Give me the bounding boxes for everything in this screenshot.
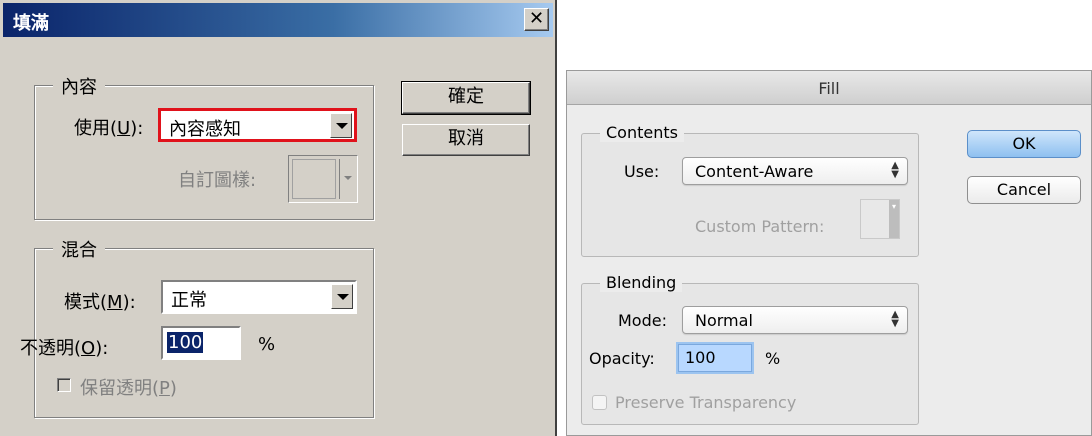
- custom-pattern-picker[interactable]: [288, 155, 358, 203]
- mode-popup[interactable]: Normal ▲ ▼: [682, 306, 908, 334]
- opacity-label: Opacity:: [589, 349, 655, 368]
- ok-button[interactable]: OK: [967, 130, 1081, 158]
- chevron-down-icon[interactable]: [331, 284, 353, 309]
- preserve-transparency-label: Preserve Transparency: [615, 393, 797, 412]
- use-popup[interactable]: Content-Aware ▲ ▼: [682, 157, 908, 185]
- opacity-unit: %: [765, 349, 781, 368]
- use-label: Use:: [624, 162, 660, 181]
- dialog-title: Fill: [818, 79, 840, 98]
- dialog-title: 填滿: [13, 13, 49, 34]
- blending-group-label: 混合: [53, 236, 105, 262]
- mode-label: Mode:: [618, 311, 667, 330]
- mode-dropdown[interactable]: 正常: [161, 280, 357, 314]
- opacity-input[interactable]: 100: [678, 344, 752, 372]
- use-popup-value: Content-Aware: [695, 162, 814, 181]
- chevron-down-icon[interactable]: [330, 113, 352, 138]
- cancel-button[interactable]: Cancel: [967, 176, 1081, 204]
- custom-pattern-picker[interactable]: ▾: [860, 199, 900, 239]
- contents-group-label: 內容: [53, 73, 105, 99]
- close-button[interactable]: ✕: [524, 8, 549, 31]
- preserve-transparency-checkbox[interactable]: [592, 395, 607, 410]
- pattern-swatch: [292, 159, 336, 199]
- opacity-input[interactable]: 100: [161, 326, 241, 360]
- cancel-button[interactable]: 取消: [402, 124, 530, 156]
- contents-group-label: Contents: [600, 123, 684, 142]
- updown-arrows-icon: ▲ ▼: [891, 309, 899, 329]
- title-bar: Fill: [567, 71, 1091, 105]
- opacity-value: 100: [685, 348, 716, 367]
- mode-label: 模式(M):: [64, 292, 136, 313]
- opacity-value: 100: [167, 332, 204, 353]
- opacity-label: 不透明(O):: [20, 338, 109, 359]
- preserve-transparency-label: 保留透明(P): [80, 378, 177, 399]
- preserve-transparency-checkbox[interactable]: [57, 378, 71, 392]
- use-dropdown-value: 內容感知: [169, 119, 241, 140]
- custom-pattern-label: 自訂圖樣:: [178, 170, 257, 191]
- ok-button[interactable]: 確定: [401, 81, 531, 115]
- windows-fill-dialog: 填滿 ✕ 內容 使用(U): 內容感知 自訂圖樣: 混合 模式(M): 正常 不…: [0, 0, 557, 436]
- custom-pattern-label: Custom Pattern:: [695, 217, 825, 236]
- use-dropdown[interactable]: 內容感知: [158, 108, 357, 142]
- mac-fill-dialog: Fill Contents Use: Content-Aware ▲ ▼ Cust…: [566, 70, 1092, 436]
- chevron-down-icon[interactable]: ▾: [889, 200, 899, 238]
- updown-arrows-icon: ▲ ▼: [891, 160, 899, 180]
- title-bar: 填滿 ✕: [3, 3, 553, 37]
- mode-popup-value: Normal: [695, 311, 753, 330]
- mode-dropdown-value: 正常: [171, 290, 207, 311]
- blending-group-label: Blending: [600, 273, 683, 292]
- chevron-down-icon[interactable]: [339, 159, 355, 199]
- use-label: 使用(U):: [74, 118, 144, 139]
- opacity-unit: %: [258, 334, 276, 355]
